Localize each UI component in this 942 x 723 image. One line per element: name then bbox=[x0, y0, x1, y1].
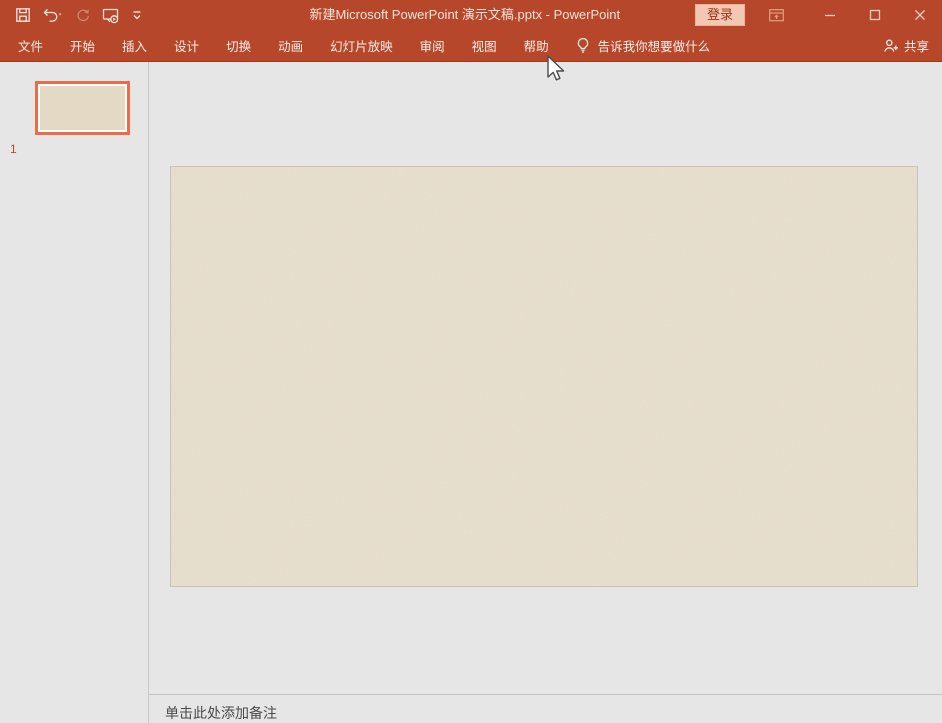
minimize-button[interactable] bbox=[807, 0, 852, 30]
maximize-button[interactable] bbox=[852, 0, 897, 30]
notes-placeholder: 单击此处添加备注 bbox=[165, 703, 277, 723]
start-slideshow-icon bbox=[102, 7, 120, 24]
save-icon bbox=[15, 7, 31, 23]
chevron-down-icon bbox=[131, 8, 143, 22]
slide-thumbnail-panel: 1 bbox=[0, 62, 148, 723]
tab-review[interactable]: 审阅 bbox=[420, 36, 445, 55]
quick-access-toolbar bbox=[0, 7, 143, 24]
redo-button[interactable] bbox=[75, 7, 91, 23]
slide-paper-texture bbox=[171, 167, 917, 586]
undo-button[interactable] bbox=[42, 7, 64, 23]
tab-view[interactable]: 视图 bbox=[472, 36, 497, 55]
window-title: 新建Microsoft PowerPoint 演示文稿.pptx - Power… bbox=[309, 0, 620, 30]
tell-me-box[interactable]: 告诉我你想要做什么 bbox=[576, 36, 711, 55]
tab-animations[interactable]: 动画 bbox=[278, 36, 303, 55]
tell-me-label: 告诉我你想要做什么 bbox=[598, 36, 711, 55]
share-button[interactable]: 共享 bbox=[883, 30, 929, 61]
close-button[interactable] bbox=[897, 0, 942, 30]
tab-home[interactable]: 开始 bbox=[70, 36, 95, 55]
tab-design[interactable]: 设计 bbox=[174, 36, 199, 55]
ribbon-display-options-button[interactable] bbox=[768, 7, 785, 23]
sign-in-button[interactable]: 登录 bbox=[695, 4, 745, 26]
tab-help[interactable]: 帮助 bbox=[524, 36, 549, 55]
ribbon-tab-bar: 文件 开始 插入 设计 切换 动画 幻灯片放映 审阅 视图 帮助 告诉我你想要做… bbox=[0, 30, 942, 62]
start-slideshow-button[interactable] bbox=[102, 7, 120, 24]
slide-thumbnail-preview bbox=[40, 86, 125, 130]
ribbon-display-options-icon bbox=[768, 7, 785, 23]
share-label: 共享 bbox=[904, 36, 929, 55]
save-button[interactable] bbox=[15, 7, 31, 23]
close-icon bbox=[914, 9, 926, 21]
share-person-icon bbox=[883, 38, 899, 54]
tab-file[interactable]: 文件 bbox=[18, 36, 43, 55]
minimize-icon bbox=[824, 9, 836, 21]
tab-slideshow[interactable]: 幻灯片放映 bbox=[330, 36, 393, 55]
notes-pane[interactable]: 单击此处添加备注 bbox=[149, 695, 942, 723]
title-bar: 新建Microsoft PowerPoint 演示文稿.pptx - Power… bbox=[0, 0, 942, 30]
tab-transitions[interactable]: 切换 bbox=[226, 36, 251, 55]
powerpoint-window: 新建Microsoft PowerPoint 演示文稿.pptx - Power… bbox=[0, 0, 942, 723]
redo-icon bbox=[75, 7, 91, 23]
slide-thumbnail-selected[interactable] bbox=[35, 81, 130, 135]
maximize-icon bbox=[869, 9, 881, 21]
tab-insert[interactable]: 插入 bbox=[122, 36, 147, 55]
slide-number: 1 bbox=[10, 142, 17, 156]
ribbon-tabs: 文件 开始 插入 设计 切换 动画 幻灯片放映 审阅 视图 帮助 bbox=[0, 36, 549, 55]
slide-editing-surface[interactable] bbox=[170, 166, 918, 587]
window-controls: 登录 bbox=[695, 0, 942, 30]
customize-quick-access-button[interactable] bbox=[131, 8, 143, 22]
lightbulb-icon bbox=[576, 37, 590, 54]
undo-icon bbox=[42, 7, 64, 23]
